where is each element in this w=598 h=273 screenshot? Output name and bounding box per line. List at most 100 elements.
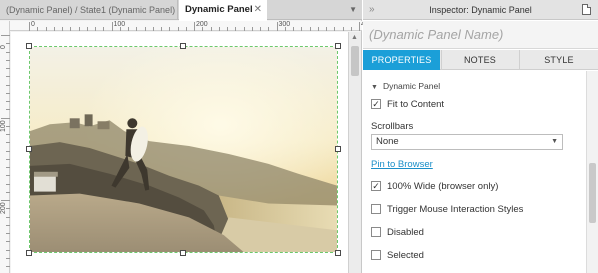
ruler-tick [268,27,270,31]
ruler-tick [6,241,10,243]
checkbox-label: Selected [387,250,424,261]
chevron-down-icon[interactable]: ▼ [349,0,357,20]
resize-handle-top-left[interactable] [26,43,32,49]
ruler-tick [6,257,10,259]
ruler-tick [6,142,10,144]
scrollbar-thumb[interactable] [589,163,596,223]
ruler-label: 200 [0,202,7,214]
inspector-panel: » Inspector: Dynamic Panel (Dynamic Pane… [363,0,598,273]
dynamic-panel-widget[interactable] [29,46,338,253]
ruler-tick [6,101,10,102]
ruler-tick [86,27,88,31]
ruler-tick [317,27,319,31]
checkbox-label: Fit to Content [387,99,445,110]
ruler-tick [6,191,10,193]
fit-to-content-option[interactable]: ✓ Fit to Content [371,99,444,113]
editor-tab-bar: (Dynamic Panel) / State1 (Dynamic Panel)… [0,0,362,21]
ruler-tick [350,27,352,31]
tab-properties[interactable]: PROPERTIES [363,50,440,70]
inspector-scrollbar[interactable] [586,71,598,273]
ruler-label: 100 [113,21,126,28]
ruler-label: 0 [31,21,35,28]
chevron-down-icon: ▼ [551,138,558,145]
tab-dynamic-panel[interactable]: Dynamic Panel ✕ [179,0,267,21]
tab-notes[interactable]: NOTES [441,50,518,70]
resize-handle-bottom[interactable] [180,250,186,256]
ruler-tick [111,22,113,31]
disabled-checkbox[interactable] [371,227,381,237]
scrollbar-thumb[interactable] [351,46,359,76]
collapse-arrows-icon[interactable]: » [369,0,375,20]
tab-label: (Dynamic Panel) / State1 (Dynamic Panel) [6,5,176,15]
selected-option[interactable]: Selected [371,250,424,264]
ruler-tick [6,183,10,185]
resize-handle-bottom-right[interactable] [335,250,341,256]
ruler-tick [6,224,10,226]
ruler-tick [6,68,10,69]
trigger-mouse-styles-option[interactable]: Trigger Mouse Interaction Styles [371,204,523,218]
widget-name-placeholder: (Dynamic Panel Name) [369,27,504,42]
ruler-tick [1,35,10,36]
ruler-tick [6,109,10,111]
vertical-ruler: 0 100 200 [0,21,10,273]
ruler-tick [6,76,10,78]
inspector-title-bar: » Inspector: Dynamic Panel [363,0,598,20]
fit-to-content-checkbox[interactable]: ✓ [371,99,381,109]
ruler-label: 300 [278,21,291,28]
ruler-tick [29,22,30,31]
surfer-beach-image [30,47,337,252]
hundred-percent-wide-checkbox[interactable]: ✓ [371,181,381,191]
editor-area: (Dynamic Panel) / State1 (Dynamic Panel)… [0,0,373,273]
resize-handle-top-right[interactable] [335,43,341,49]
ruler-tick [37,27,39,31]
ruler-tick [53,27,55,31]
pin-to-browser-link[interactable]: Pin to Browser [371,159,433,170]
hundred-percent-wide-option[interactable]: ✓ 100% Wide (browser only) [371,181,498,195]
resize-handle-right[interactable] [335,146,341,152]
ruler-tick [1,117,10,119]
widget-name-field[interactable]: (Dynamic Panel Name) [363,21,598,49]
tab-style[interactable]: STYLE [519,50,598,70]
ruler-tick [169,27,171,31]
section-title: Dynamic Panel [382,81,441,91]
ruler-tick [227,27,228,31]
ruler-tick [6,175,10,177]
ruler-label: 200 [196,21,208,28]
ruler-tick [218,27,220,31]
chevron-down-icon: ▼ [371,84,378,91]
section-header-dynamic-panel[interactable]: ▼ Dynamic Panel [371,81,440,91]
selected-checkbox[interactable] [371,250,381,260]
ruler-tick [276,22,278,31]
tab-dynamic-panel-state1[interactable]: (Dynamic Panel) / State1 (Dynamic Panel) [0,0,178,20]
ruler-tick [95,27,96,31]
ruler-tick [1,200,10,201]
ruler-tick [210,27,212,31]
ruler-tick [243,27,245,31]
horizontal-ruler: 0100200300400 [10,21,373,31]
ruler-tick [144,27,146,31]
ruler-label: 100 [0,119,7,132]
trigger-mouse-styles-checkbox[interactable] [371,204,381,214]
ruler-tick [334,27,336,31]
ruler-tick [194,22,195,31]
page-icon[interactable] [582,4,591,15]
ruler-tick [260,27,261,31]
ruler-tick [78,27,80,31]
ruler-tick [6,84,10,86]
disabled-option[interactable]: Disabled [371,227,424,241]
scroll-up-icon[interactable]: ▲ [351,34,358,41]
ruler-tick [6,216,10,218]
ruler-tick [342,27,344,31]
checkbox-label: Trigger Mouse Interaction Styles [387,204,524,215]
resize-handle-top[interactable] [180,43,186,49]
inspector-tabs: PROPERTIES NOTES STYLE [363,50,598,70]
ruler-tick [6,134,10,135]
close-icon[interactable]: ✕ [254,0,262,20]
resize-handle-bottom-left[interactable] [26,250,32,256]
ruler-tick [177,27,179,31]
scrollbars-select[interactable]: None ▼ [371,134,563,150]
canvas-vertical-scrollbar[interactable]: ▲ [348,32,361,273]
checkbox-label: Disabled [387,227,424,238]
resize-handle-left[interactable] [26,146,32,152]
ruler-tick [6,92,10,94]
